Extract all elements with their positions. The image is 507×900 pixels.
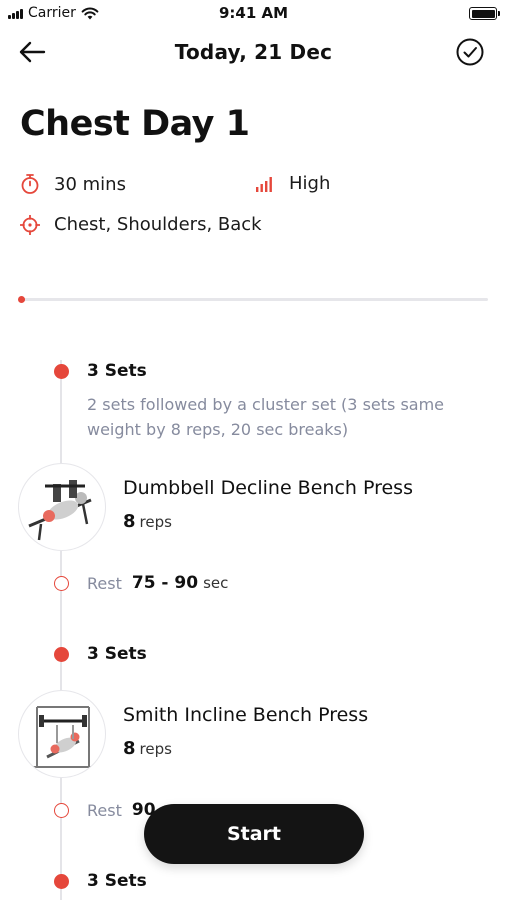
rest-row: Rest 90 [54, 800, 161, 820]
meta-duration: 30 mins [20, 173, 126, 195]
set-dot-icon [54, 873, 69, 889]
exercise-name: Dumbbell Decline Bench Press [123, 477, 413, 499]
start-button[interactable]: Start [144, 804, 364, 864]
decline-bench-press-illustration-icon [28, 480, 92, 541]
reps-value: 8 [123, 511, 136, 532]
battery-icon [469, 7, 500, 20]
set-dot-icon [54, 646, 69, 662]
crosshair-icon [20, 214, 40, 235]
rest-ring-icon [54, 802, 69, 818]
reps-unit: reps [139, 740, 172, 758]
intensity-text: High [289, 173, 331, 194]
rest-row: Rest 75 - 90 sec [54, 573, 228, 593]
rest-label: Rest [87, 573, 122, 593]
signal-bars-icon [256, 176, 272, 192]
rest-ring-icon [54, 575, 69, 591]
progress-indicator [18, 296, 25, 303]
exercise-reps: 8 reps [123, 511, 172, 532]
set-label: 3 Sets [87, 871, 147, 891]
status-bar: Carrier 9:41 AM [0, 0, 507, 26]
status-time: 9:41 AM [218, 4, 289, 22]
rest-label: Rest [87, 800, 122, 820]
reps-value: 8 [123, 738, 136, 759]
set-header: 3 Sets [54, 361, 147, 381]
exercise-name: Smith Incline Bench Press [123, 704, 369, 726]
rest-value: 75 - 90 [131, 573, 199, 593]
rest-unit: sec [203, 574, 229, 592]
set-dot-icon [54, 363, 69, 379]
set-header: 3 Sets [54, 871, 147, 891]
set-label: 3 Sets [87, 361, 147, 381]
set-description: 2 sets followed by a cluster set (3 sets… [87, 395, 445, 439]
exercise-item[interactable]: Dumbbell Decline Bench Press 8 reps [18, 463, 488, 553]
workout-title: Chest Day 1 [20, 104, 250, 144]
stopwatch-icon [21, 174, 39, 194]
header: Today, 21 Dec [0, 34, 507, 70]
exercise-thumbnail [18, 690, 106, 778]
duration-text: 30 mins [54, 173, 126, 195]
set-label: 3 Sets [87, 644, 147, 664]
muscles-text: Chest, Shoulders, Back [54, 214, 262, 235]
smith-machine-illustration-icon [31, 706, 95, 768]
workout-progress-bar [18, 296, 488, 303]
reps-unit: reps [139, 513, 172, 531]
exercise-thumbnail [18, 463, 106, 551]
done-button[interactable] [455, 37, 485, 67]
exercise-item[interactable]: Smith Incline Bench Press 8 reps [18, 690, 488, 780]
meta-muscles: Chest, Shoulders, Back [20, 214, 262, 235]
exercise-reps: 8 reps [123, 738, 172, 759]
check-circle-icon [456, 38, 484, 66]
page-title: Today, 21 Dec [174, 40, 333, 64]
set-header: 3 Sets [54, 644, 147, 664]
meta-intensity: High [255, 173, 330, 194]
